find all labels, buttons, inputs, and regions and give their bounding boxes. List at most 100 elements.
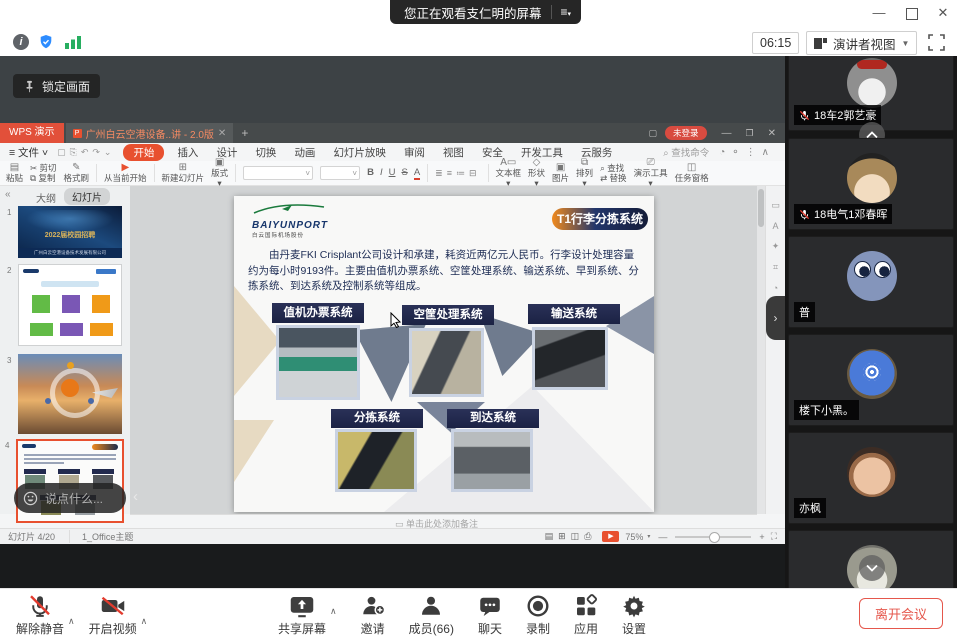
play-from-current-button[interactable]: ▶从当前开始	[104, 163, 147, 183]
fit-slide-icon[interactable]: ⛶	[771, 531, 777, 542]
participant-tile[interactable]: 普	[788, 236, 954, 328]
menu-tab-slideshow[interactable]: 幻灯片放映	[324, 145, 395, 160]
bold-button[interactable]: B	[367, 167, 374, 180]
close-button[interactable]: ✕	[930, 0, 956, 26]
editor-scrollbar[interactable]	[757, 186, 765, 514]
layout-button[interactable]: ▣版式 ▾	[211, 158, 228, 188]
participant-tile[interactable]: 18车2郭艺豪	[788, 56, 954, 131]
picture-button[interactable]: ▣图片	[552, 163, 569, 183]
menu-right-icons[interactable]: ◔⚬⋮∧	[719, 147, 775, 158]
underline-button[interactable]: U	[389, 167, 396, 180]
replace-button[interactable]: ⇄ 替换	[600, 173, 627, 183]
zoom-slider[interactable]	[675, 536, 751, 538]
present-tools-button[interactable]: ⎚演示工具 ▾	[634, 158, 668, 188]
zoom-percent[interactable]: 75%	[625, 532, 643, 542]
lock-screen-button[interactable]: 锁定画面	[13, 74, 100, 98]
collapse-panel-icon[interactable]: «	[5, 189, 11, 200]
fullscreen-icon[interactable]	[928, 34, 945, 51]
wps-app-menu[interactable]: WPS 演示	[0, 123, 64, 143]
copy-button[interactable]: ⧉ 复制	[30, 173, 55, 183]
banner-menu-icon[interactable]: ≡▾	[561, 5, 582, 19]
file-menu[interactable]: ≡ 文件 ˅	[0, 145, 57, 160]
cut-button[interactable]: ✂ 剪切	[30, 163, 57, 173]
history-icon[interactable]: ◔	[773, 283, 778, 293]
effects-icon[interactable]: ✦	[772, 241, 780, 252]
font-color-button[interactable]: A	[414, 167, 420, 180]
maximize-button[interactable]	[906, 8, 918, 20]
play-slideshow-button[interactable]: ▶	[602, 531, 619, 542]
invite-button[interactable]: 邀请	[361, 594, 385, 637]
participant-tile[interactable]: 18电气1邓春晖	[788, 138, 954, 230]
zoom-caret-icon[interactable]: ▾	[647, 533, 650, 540]
share-options-chevron[interactable]: ∧	[330, 606, 337, 617]
settings-button[interactable]: 设置	[622, 594, 646, 637]
wps-doc-switch-icon[interactable]: ▢	[649, 128, 658, 139]
task-pane-button[interactable]: ◫任务窗格	[675, 163, 709, 183]
view-switch-icons[interactable]: ▤⊞◫⎙	[545, 531, 597, 542]
menu-tab-transition[interactable]: 切换	[246, 145, 285, 160]
textbox-button[interactable]: A▭文本框 ▾	[496, 158, 522, 188]
chat-button[interactable]: 聊天	[478, 594, 502, 637]
paste-button[interactable]: ▤粘贴	[6, 163, 23, 183]
leave-meeting-button[interactable]: 离开会议	[859, 598, 943, 629]
unmute-button[interactable]: 解除静音	[16, 594, 64, 637]
wps-login-badge[interactable]: 未登录	[665, 126, 707, 140]
video-options-chevron[interactable]: ∧	[141, 616, 148, 627]
zoom-out-button[interactable]: —	[658, 532, 667, 542]
menu-tab-animation[interactable]: 动画	[285, 145, 324, 160]
text-tool-icon[interactable]: A	[772, 221, 778, 231]
slides-tab[interactable]: 幻灯片	[64, 188, 110, 205]
font-size-select[interactable]: ˅	[320, 166, 360, 180]
view-mode-button[interactable]: 演讲者视图 ▼	[806, 31, 917, 55]
paragraph-align-icons[interactable]: ≣≡≔⊟	[435, 168, 480, 179]
slide-thumbnail-3[interactable]	[18, 354, 122, 434]
strike-button[interactable]: S	[401, 167, 407, 180]
security-shield-icon[interactable]	[38, 34, 54, 50]
wps-restore-icon[interactable]: ❐	[746, 128, 754, 139]
participant-tile[interactable]: 楼下小黑。	[788, 334, 954, 426]
sidebar-collapse-handle[interactable]: ›	[766, 296, 785, 340]
new-tab-button[interactable]: +	[241, 126, 248, 140]
meeting-info-icon[interactable]: i	[13, 34, 29, 50]
share-screen-button[interactable]: 共享屏幕	[278, 594, 326, 637]
italic-button[interactable]: I	[380, 167, 383, 180]
shapes-button[interactable]: ◇形状 ▾	[528, 158, 545, 188]
wps-close-icon[interactable]: ✕	[768, 128, 776, 139]
participant-tile[interactable]: 亦枫	[788, 432, 954, 524]
menu-tab-insert[interactable]: 插入	[168, 145, 207, 160]
wps-document-tab[interactable]: P 广州白云空港设备..讲 - 2.0版 ✕	[66, 123, 234, 143]
danmaku-input[interactable]: 说点什么...	[14, 483, 126, 513]
arrange-button[interactable]: ⧉排列 ▾	[576, 158, 593, 188]
font-name-select[interactable]: ˅	[243, 166, 313, 180]
menu-tab-review[interactable]: 审阅	[395, 145, 434, 160]
avatar	[847, 153, 897, 203]
minimize-button[interactable]: —	[866, 0, 892, 26]
slide-thumbnail-2[interactable]	[18, 264, 122, 346]
tab-close-icon[interactable]: ✕	[218, 128, 226, 139]
menu-tab-view[interactable]: 视图	[434, 145, 473, 160]
menu-tab-home[interactable]: 开始	[123, 144, 164, 161]
current-slide-canvas[interactable]: BAIYUNPORT 白云国际机场股份 T1行李分拣系统 由丹麦FKI Cris…	[234, 196, 654, 512]
record-button[interactable]: 录制	[526, 594, 550, 637]
apps-button[interactable]: 应用	[574, 594, 598, 637]
outline-tab[interactable]: 大纲	[36, 190, 56, 205]
format-painter-button[interactable]: ✎格式刷	[64, 163, 90, 183]
quick-access-icons[interactable]: ▢⎘↶↷⌄	[57, 147, 115, 158]
scroll-down-button[interactable]	[859, 555, 885, 581]
find-button[interactable]: ⌕ 查找	[600, 163, 624, 173]
zoom-in-button[interactable]: +	[759, 532, 764, 542]
object-properties-icon[interactable]: ▭	[771, 200, 780, 211]
new-slide-button[interactable]: ⊞新建幻灯片	[162, 163, 205, 183]
wps-minimize-icon[interactable]: —	[722, 128, 732, 139]
members-button[interactable]: 成员(66)	[409, 594, 454, 637]
start-video-button[interactable]: 开启视频	[89, 594, 137, 637]
slide-thumbnail-1[interactable]: 2022届校园招聘 广州白云空港设备技术发展有限公司	[18, 206, 122, 258]
network-signal-icon[interactable]	[64, 34, 82, 50]
notes-bar[interactable]: ▭ 单击此处添加备注	[130, 514, 757, 529]
command-search[interactable]: ⌕ 查找命令	[663, 145, 709, 159]
participant-tile[interactable]	[788, 530, 954, 588]
mic-options-chevron[interactable]: ∧	[68, 616, 75, 627]
danmaku-collapse-icon[interactable]: ‹	[133, 488, 138, 505]
grid-icon[interactable]: ⌗	[773, 262, 778, 273]
theme-name[interactable]: 1_Office主题	[69, 530, 133, 543]
